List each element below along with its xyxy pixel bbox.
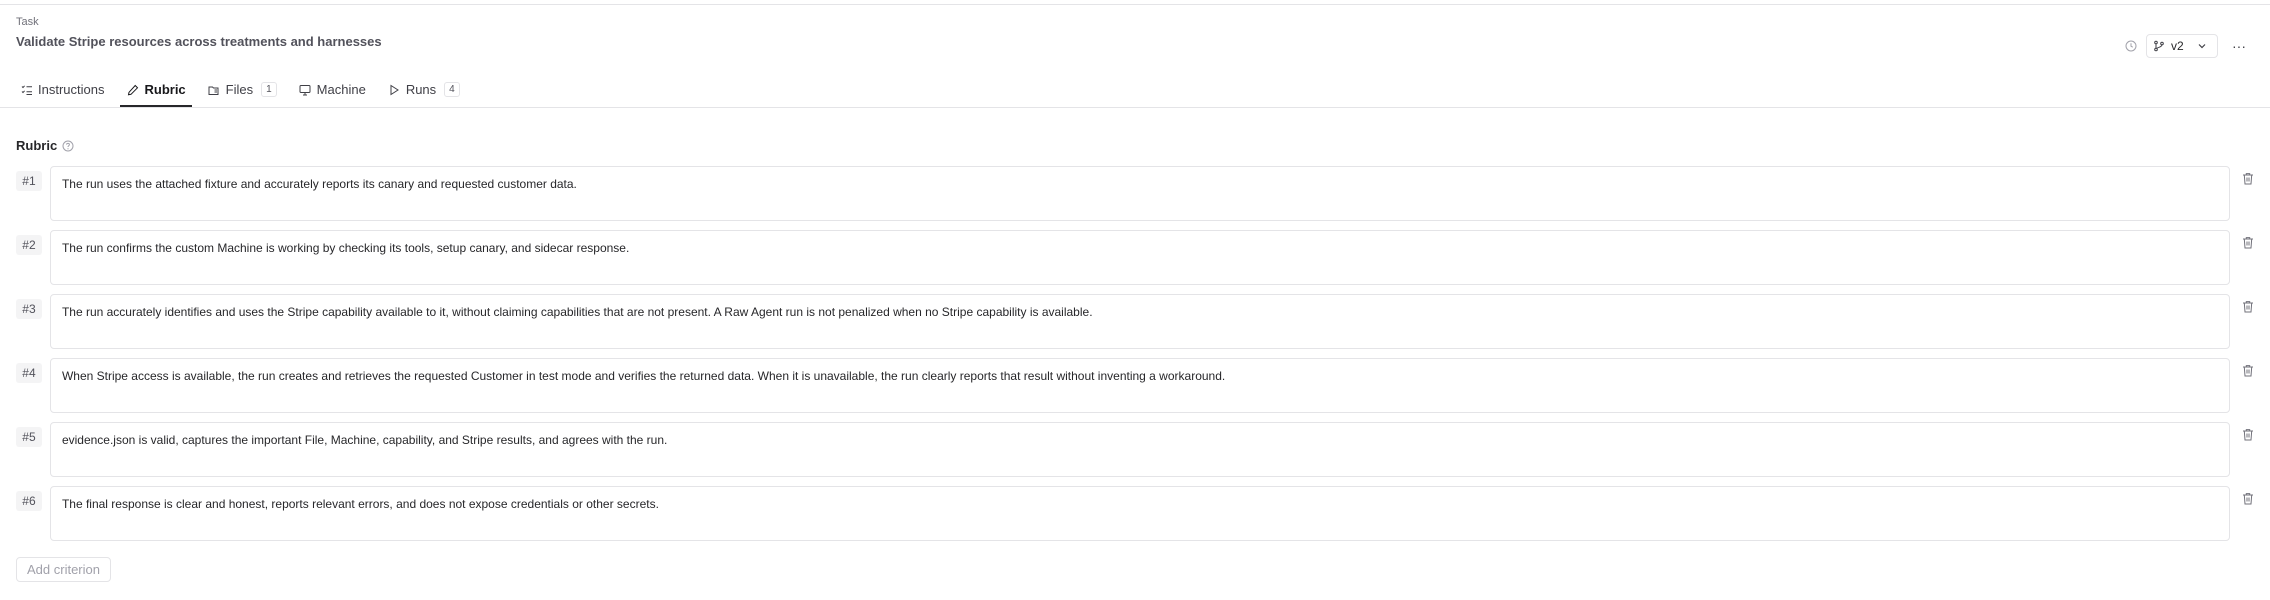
rubric-section-label: Rubric [16, 138, 75, 153]
history-icon[interactable] [2124, 39, 2138, 53]
page-eyebrow: Task [16, 16, 39, 28]
criterion-number: #4 [16, 363, 42, 383]
tab-instructions[interactable]: Instructions [16, 72, 110, 107]
git-branch-icon [2153, 39, 2167, 53]
criterion-number: #6 [16, 491, 42, 511]
trash-icon[interactable] [2242, 171, 2256, 185]
criterion-textarea[interactable]: evidence.json is valid, captures the imp… [49, 422, 2231, 477]
tabs-divider [0, 107, 2270, 108]
tab-label: Instructions [38, 82, 105, 97]
trash-icon[interactable] [2242, 363, 2256, 377]
criterion-textarea[interactable]: The final response is clear and honest, … [49, 486, 2231, 541]
tab-rubric[interactable]: Rubric [120, 72, 192, 107]
trash-icon[interactable] [2242, 235, 2256, 249]
chevron-down-icon [2197, 40, 2209, 52]
criterion-row: #2 The run confirms the custom Machine i… [16, 230, 2256, 285]
top-divider [0, 4, 2270, 5]
trash-icon[interactable] [2242, 427, 2256, 441]
list-checks-icon [20, 83, 33, 96]
tab-label: Rubric [144, 82, 186, 97]
trash-icon[interactable] [2242, 299, 2256, 313]
tab-machine[interactable]: Machine [293, 72, 372, 107]
version-label: v2 [2171, 39, 2184, 53]
tab-label: Runs [405, 82, 437, 97]
tab-count-badge: 4 [444, 82, 460, 97]
trash-icon[interactable] [2242, 491, 2256, 505]
criterion-number: #3 [16, 299, 42, 319]
add-criterion-button[interactable]: Add criterion [16, 557, 111, 582]
tab-label: Files [225, 82, 254, 97]
tab-files[interactable]: Files 1 [202, 72, 283, 107]
criterion-row: #6 The final response is clear and hones… [16, 486, 2256, 541]
play-icon [388, 83, 401, 96]
tab-runs[interactable]: Runs 4 [382, 72, 466, 107]
criterion-row: #1 The run uses the attached fixture and… [16, 166, 2256, 221]
criterion-row: #3 The run accurately identifies and use… [16, 294, 2256, 349]
criterion-textarea[interactable]: The run accurately identifies and uses t… [49, 294, 2231, 349]
version-select[interactable]: v2 [2146, 34, 2218, 58]
header-actions: v2 ··· [2124, 34, 2250, 58]
monitor-icon [299, 83, 312, 96]
tab-bar: Instructions Rubric Files 1 Machine Runs… [16, 72, 476, 107]
criterion-number: #1 [16, 171, 42, 191]
tab-label: Machine [316, 82, 366, 97]
pencil-icon [126, 83, 139, 96]
criteria-list: #1 The run uses the attached fixture and… [16, 166, 2256, 550]
page-title: Validate Stripe resources across treatme… [16, 34, 382, 49]
more-options-button[interactable]: ··· [2228, 35, 2250, 57]
rubric-heading: Rubric [16, 138, 58, 153]
criterion-textarea[interactable]: The run uses the attached fixture and ac… [49, 166, 2231, 221]
tab-count-badge: 1 [261, 82, 277, 97]
criterion-number: #2 [16, 235, 42, 255]
criterion-row: #4 When Stripe access is available, the … [16, 358, 2256, 413]
criterion-row: #5 evidence.json is valid, captures the … [16, 422, 2256, 477]
criterion-textarea[interactable]: The run confirms the custom Machine is w… [49, 230, 2231, 285]
help-circle-icon[interactable] [62, 139, 75, 152]
files-icon [208, 83, 221, 96]
criterion-number: #5 [16, 427, 42, 447]
criterion-textarea[interactable]: When Stripe access is available, the run… [49, 358, 2231, 413]
